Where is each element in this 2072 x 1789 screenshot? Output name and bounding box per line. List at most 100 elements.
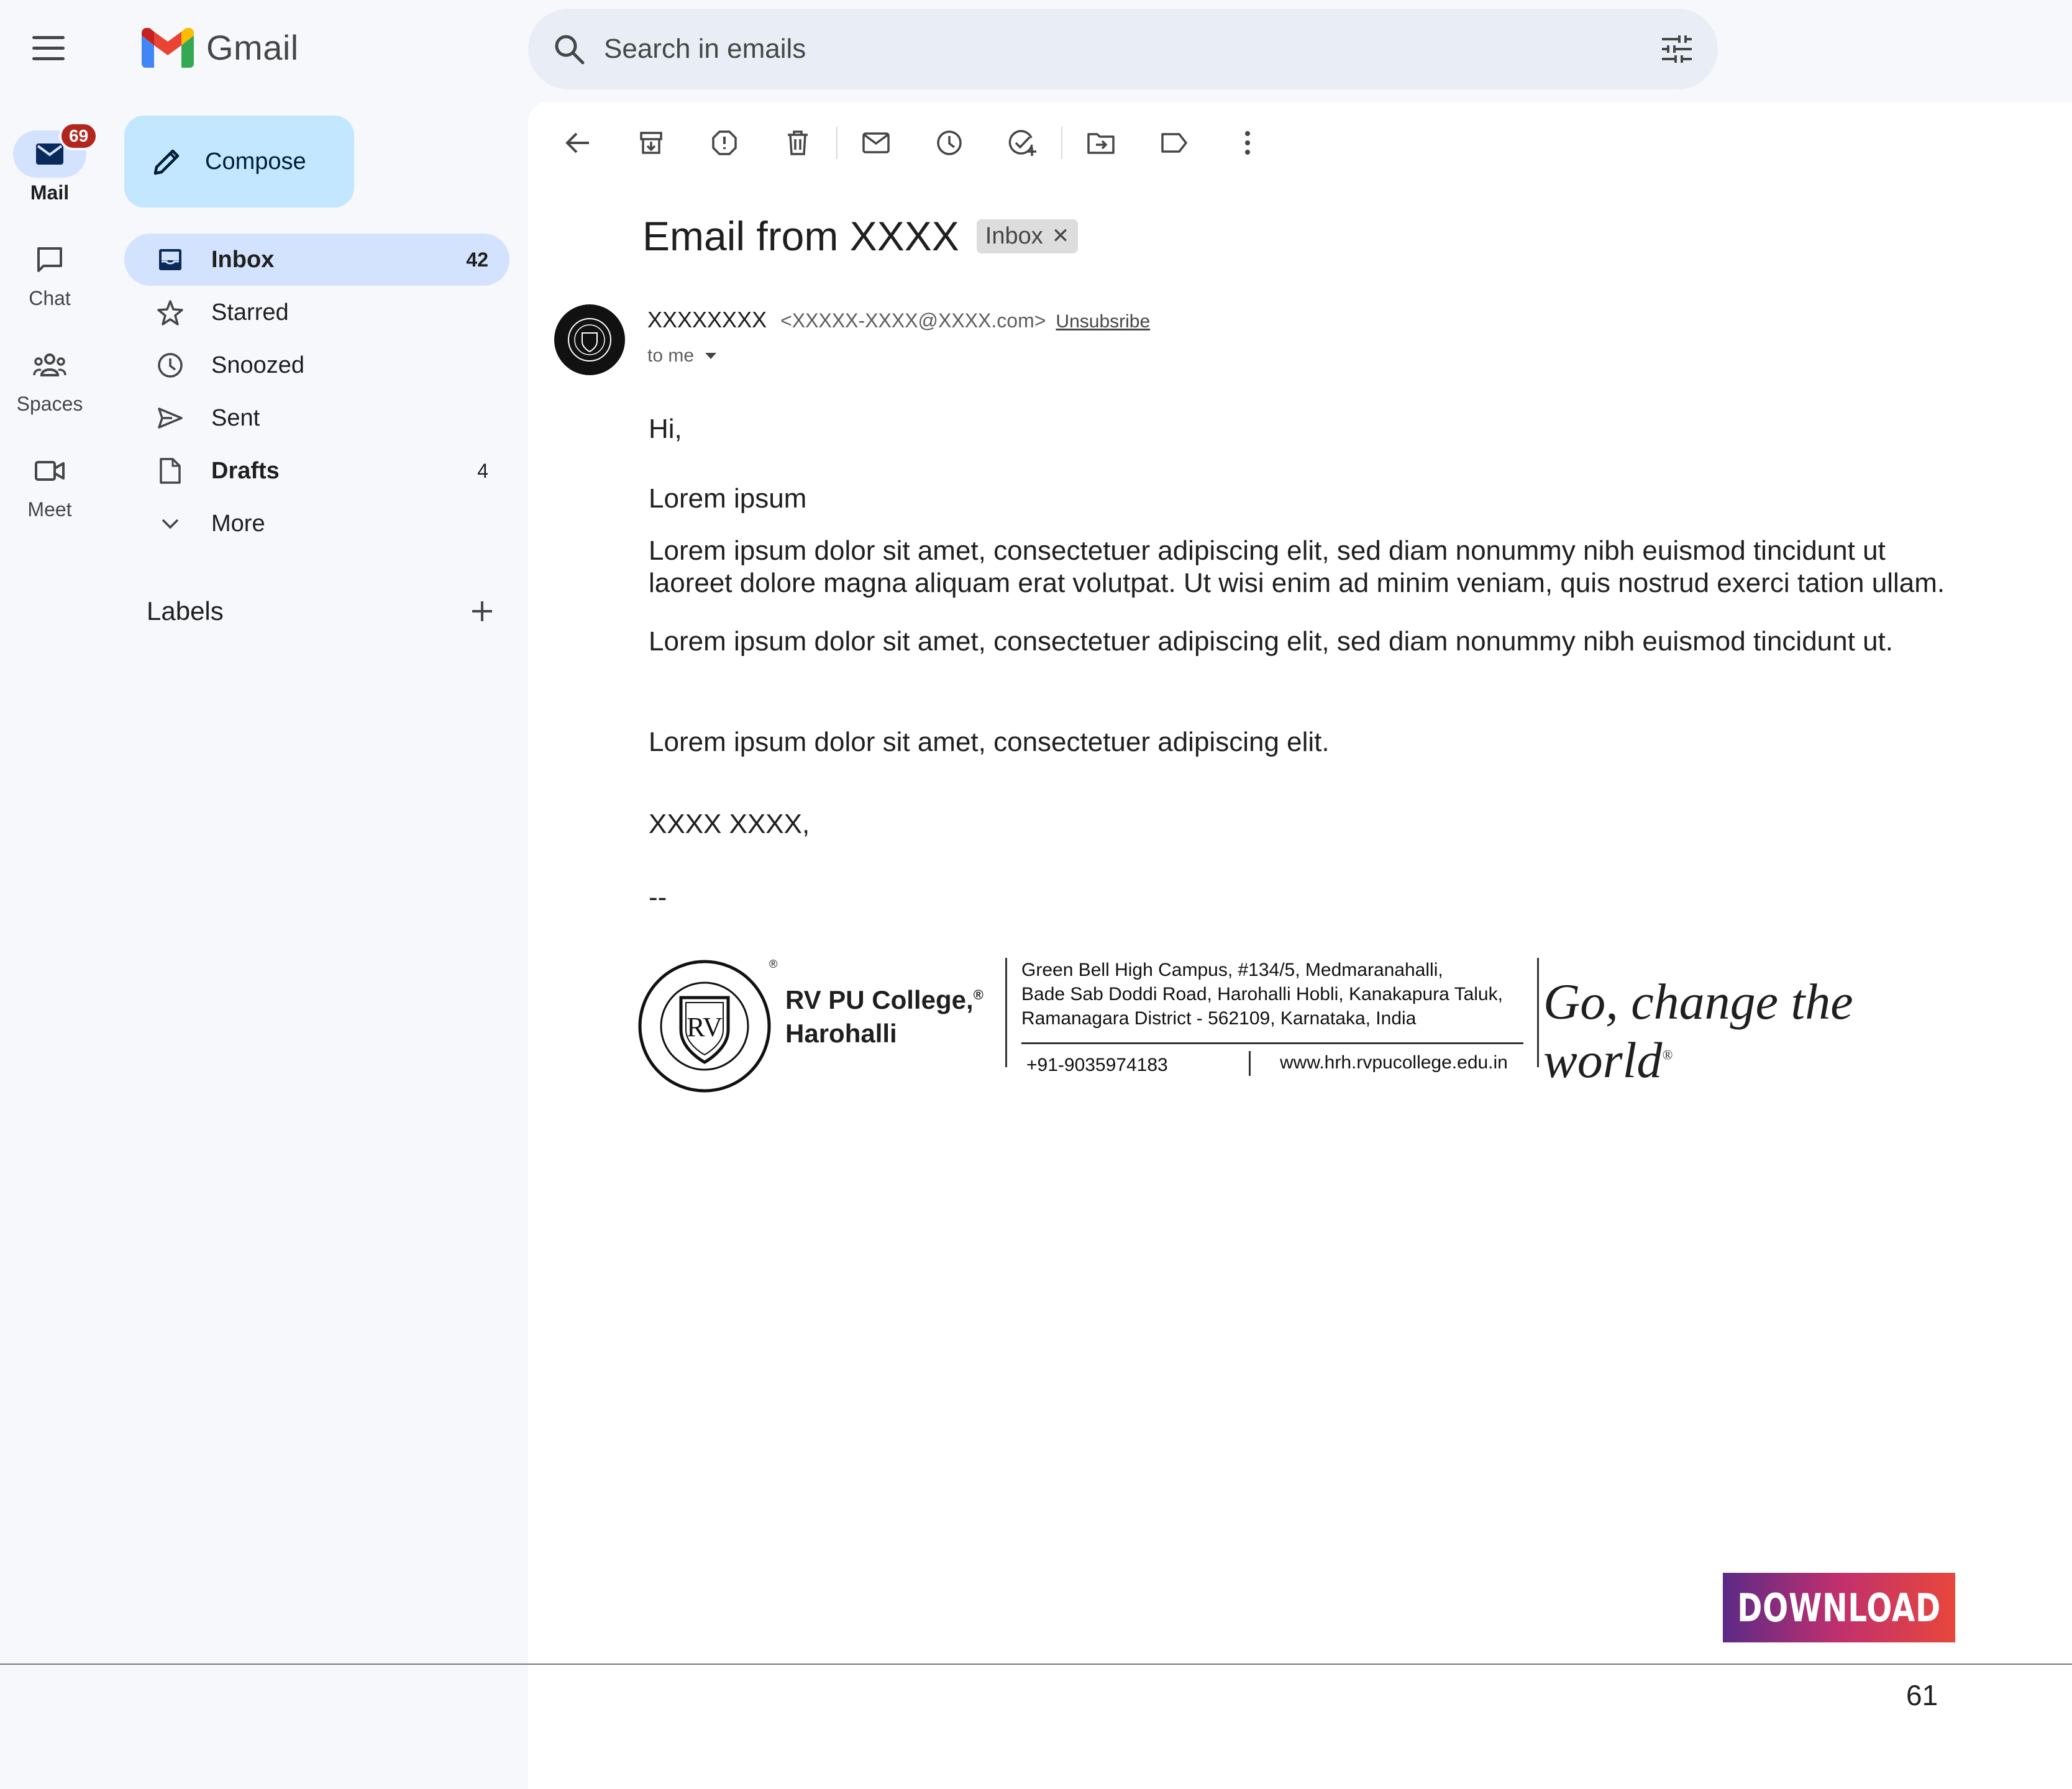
body-line: Lorem ipsum dolor sit amet, consectetuer…: [649, 535, 1886, 566]
download-label: DOWNLOAD: [1737, 1585, 1941, 1631]
message-subject-row: Email from XXXX Inbox ✕: [642, 212, 1079, 260]
toolbar-divider: [1061, 127, 1062, 159]
college-name-line1: RV PU College,: [785, 985, 974, 1014]
clock-icon: [937, 130, 962, 155]
message-view: Email from XXXX Inbox ✕ XXXXXXXX <XXXXX-…: [528, 102, 2072, 1789]
compose-button[interactable]: Compose: [124, 116, 354, 207]
clock-icon: [158, 353, 183, 378]
nav-label: Sent: [211, 404, 260, 431]
mail-outline-icon: [862, 132, 890, 153]
back-arrow-icon: [565, 132, 589, 153]
add-task-icon: [1008, 130, 1036, 156]
contact-divider: [1249, 1051, 1251, 1076]
move-folder-icon: [1087, 133, 1115, 154]
report-spam-button[interactable]: [700, 118, 749, 168]
labels-button[interactable]: [1149, 118, 1199, 168]
message-toolbar: [553, 118, 1272, 168]
more-vertical-icon: [1245, 131, 1250, 155]
college-name-line2: Harohalli: [785, 1019, 897, 1048]
send-icon: [158, 407, 183, 429]
spaces-icon: [33, 353, 66, 376]
nav-item-inbox[interactable]: Inbox 42: [124, 234, 509, 286]
mark-unread-button[interactable]: [851, 118, 901, 168]
nav-label: More: [211, 510, 265, 537]
college-crest-icon: [568, 318, 611, 362]
toolbar-divider: [836, 127, 837, 159]
nav-item-more[interactable]: More: [124, 498, 509, 550]
college-address: Green Bell High Campus, #134/5, Medmaran…: [1021, 958, 1503, 1031]
mail-unread-badge: 69: [59, 122, 99, 150]
address-line: Bade Sab Doddi Road, Harohalli Hobli, Ka…: [1021, 984, 1503, 1004]
nav-label: Drafts: [211, 457, 280, 484]
more-options-button[interactable]: [1223, 118, 1272, 168]
trash-icon: [788, 130, 808, 155]
rail-item-meet[interactable]: Meet: [0, 447, 99, 521]
delete-button[interactable]: [773, 118, 823, 168]
nav-item-starred[interactable]: Starred: [124, 286, 509, 339]
message-subject: Email from XXXX: [642, 213, 959, 259]
footer-rule: [0, 1664, 2072, 1665]
recipient-details-toggle[interactable]: to me: [647, 345, 718, 366]
video-camera-icon: [35, 461, 65, 481]
nav-item-drafts[interactable]: Drafts 4: [124, 445, 509, 497]
nav-item-snoozed[interactable]: Snoozed: [124, 339, 509, 391]
sender-avatar: [554, 304, 625, 375]
remove-label-icon[interactable]: ✕: [1052, 224, 1070, 248]
address-line: Green Bell High Campus, #134/5, Medmaran…: [1021, 960, 1443, 980]
star-icon: [157, 300, 183, 325]
college-website: www.hrh.rvpucollege.edu.in: [1280, 1052, 1508, 1073]
college-seal-logo: RV ®: [638, 958, 777, 1093]
body-line: Hi,: [649, 414, 682, 444]
search-bar[interactable]: [528, 9, 1718, 89]
chat-icon: [37, 247, 62, 272]
label-chip-text: Inbox: [985, 222, 1043, 249]
college-tagline: Go, change the world®: [1543, 973, 1853, 1088]
body-line: Lorem ipsum dolor sit amet, consectetuer…: [649, 727, 1330, 757]
snooze-button[interactable]: [924, 118, 974, 168]
rail-label-meet: Meet: [27, 498, 72, 521]
rail-label-mail: Mail: [30, 181, 70, 204]
search-options-icon[interactable]: [1661, 34, 1693, 64]
body-line: laoreet dolore magna aliquam erat volutp…: [649, 568, 1945, 598]
compose-label: Compose: [205, 148, 306, 175]
recipient-text: to me: [647, 345, 695, 366]
rail-label-chat: Chat: [29, 287, 71, 309]
label-icon: [1161, 133, 1187, 153]
page-number: 61: [1906, 1679, 1938, 1711]
nav-item-sent[interactable]: Sent: [124, 392, 509, 444]
app-name: Gmail: [206, 28, 299, 67]
body-line: Lorem ipsum: [649, 483, 807, 514]
archive-button[interactable]: [626, 118, 676, 168]
college-name: RV PU College,® Harohalli: [785, 978, 984, 1050]
back-button[interactable]: [553, 118, 603, 168]
college-phone: +91-9035974183: [1026, 1055, 1168, 1075]
nav-label: Snoozed: [211, 352, 305, 378]
move-to-button[interactable]: [1076, 118, 1126, 168]
main-menu-icon[interactable]: [32, 36, 65, 61]
labels-title: Labels: [147, 596, 224, 626]
add-to-tasks-button[interactable]: [998, 118, 1047, 168]
rail-label-spaces: Spaces: [16, 393, 83, 415]
body-line: Lorem ipsum dolor sit amet, consectetuer…: [649, 626, 1893, 657]
search-input[interactable]: [604, 34, 1661, 65]
add-label-icon[interactable]: [470, 599, 495, 624]
download-button[interactable]: DOWNLOAD: [1723, 1573, 1955, 1642]
gmail-logo[interactable]: Gmail: [142, 27, 299, 68]
unsubscribe-link[interactable]: Unsubsribe: [1056, 311, 1150, 332]
body-line: XXXX XXXX,: [649, 809, 810, 839]
address-line: Ramanagara District - 562109, Karnataka,…: [1021, 1008, 1417, 1029]
svg-text:®: ®: [769, 958, 777, 970]
tagline-text: Go, change the world: [1543, 973, 1853, 1088]
mail-icon: [36, 143, 63, 165]
sender-line: XXXXXXXX <XXXXX-XXXX@XXXX.com> Unsubsrib…: [647, 307, 1150, 333]
signature-divider: [1005, 958, 1007, 1067]
sender-name: XXXXXXXX: [647, 307, 767, 332]
nav-label: Inbox: [211, 246, 275, 273]
app-rail: 69 Mail Chat Spaces Meet: [0, 0, 106, 1789]
rail-item-spaces[interactable]: Spaces: [0, 342, 99, 416]
address-underline: [1021, 1042, 1523, 1044]
search-icon[interactable]: [553, 33, 585, 65]
rail-item-mail[interactable]: 69 Mail: [0, 122, 99, 204]
chevron-down-icon: [162, 519, 179, 529]
rail-item-chat[interactable]: Chat: [0, 236, 99, 310]
